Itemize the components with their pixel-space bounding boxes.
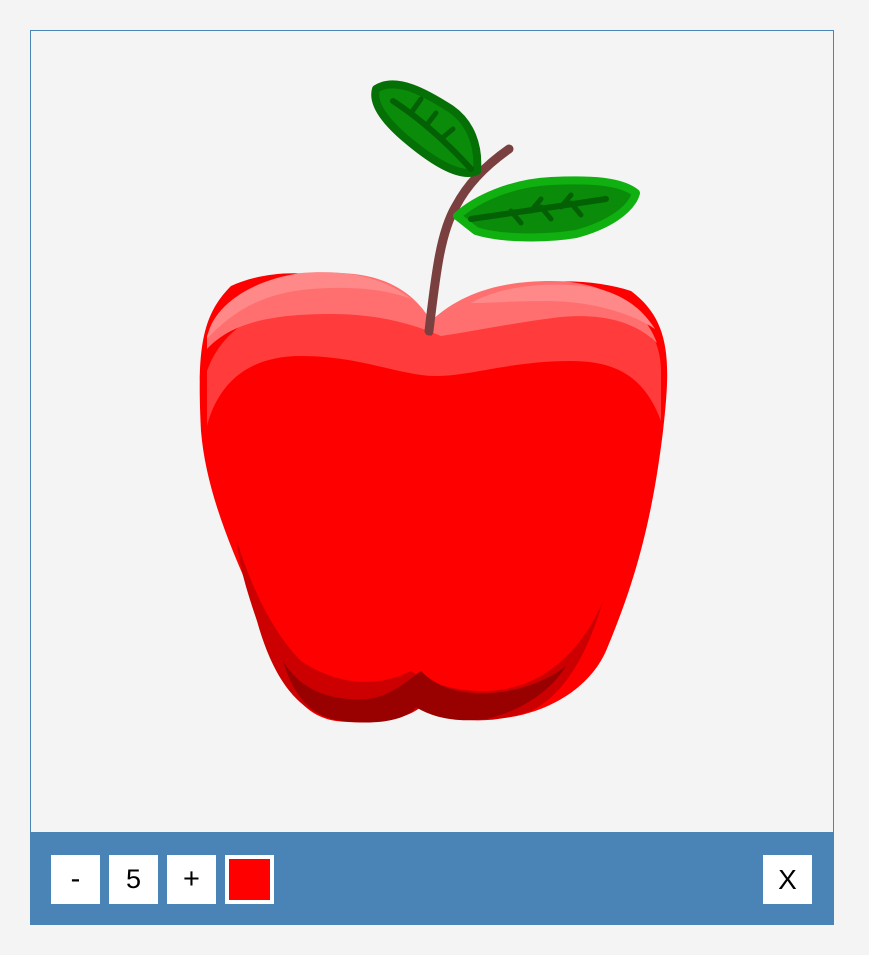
current-color-swatch [229,859,270,900]
drawing-canvas[interactable] [31,31,833,832]
apple-drawing [199,80,668,723]
color-picker-button[interactable] [225,855,274,904]
paint-toolbar: - 5 + X [31,832,833,924]
close-button[interactable]: X [763,855,812,904]
decrease-brush-size-button[interactable]: - [51,855,100,904]
paint-window: - 5 + X [30,30,834,925]
brush-size-display: 5 [109,855,158,904]
increase-brush-size-button[interactable]: + [167,855,216,904]
